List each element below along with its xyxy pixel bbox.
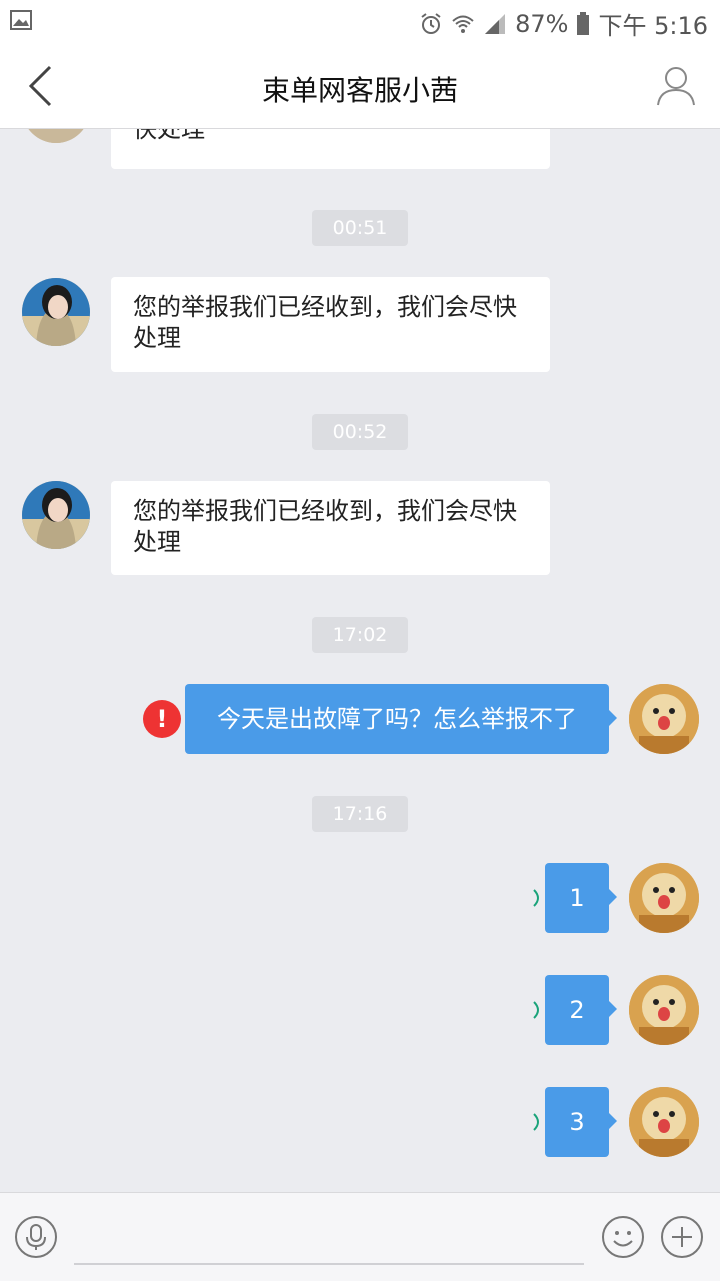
battery-icon <box>576 11 590 36</box>
battery-percent: 87% <box>515 9 569 38</box>
gallery-icon <box>10 10 32 34</box>
page-title: 束单网客服小茜 <box>261 74 458 107</box>
avatar[interactable] <box>22 481 90 549</box>
wifi-icon <box>451 12 475 36</box>
message-bubble[interactable]: 快处理 <box>111 129 550 169</box>
message-input[interactable] <box>74 1213 584 1265</box>
message-bubble-sent[interactable]: 今天是出故障了吗？怎么举报不了 <box>185 684 617 754</box>
timestamp: 17:16 <box>312 796 408 832</box>
message-bubble-sent[interactable]: 3 <box>545 1087 617 1157</box>
message-bubble[interactable]: 您的举报我们已经收到，我们会尽快处理 <box>111 481 550 575</box>
timestamp: 00:51 <box>312 210 408 246</box>
sending-spinner-icon <box>530 998 544 1026</box>
avatar[interactable] <box>629 863 699 933</box>
message-text: 您的举报我们已经收到，我们会尽快处理 <box>133 497 517 556</box>
signal-icon <box>483 12 507 36</box>
send-failed-icon[interactable]: ! <box>143 700 181 738</box>
alarm-icon <box>419 12 443 36</box>
message-text: 快处理 <box>133 129 205 143</box>
avatar[interactable] <box>22 129 90 143</box>
sending-spinner-icon <box>530 886 544 914</box>
timestamp: 00:52 <box>312 414 408 450</box>
avatar[interactable] <box>629 684 699 754</box>
message-text: 2 <box>569 996 585 1024</box>
message-text: 您的举报我们已经收到，我们会尽快处理 <box>133 293 517 352</box>
emoji-icon[interactable] <box>601 1215 645 1263</box>
message-bubble[interactable]: 您的举报我们已经收到，我们会尽快处理 <box>111 277 550 372</box>
plus-icon[interactable] <box>660 1215 704 1263</box>
message-text: 3 <box>569 1108 585 1136</box>
status-bar: 87% 下午 5:16 <box>0 0 720 44</box>
message-bubble-sent[interactable]: 1 <box>545 863 617 933</box>
avatar[interactable] <box>629 1087 699 1157</box>
clock: 下午 5:16 <box>598 12 708 40</box>
input-bar <box>0 1192 720 1281</box>
timestamp: 17:02 <box>312 617 408 653</box>
message-text: 今天是出故障了吗？怎么举报不了 <box>217 705 577 733</box>
message-text: 1 <box>569 884 585 912</box>
avatar[interactable] <box>629 975 699 1045</box>
avatar[interactable] <box>22 278 90 346</box>
message-bubble-sent[interactable]: 2 <box>545 975 617 1045</box>
profile-icon[interactable] <box>656 64 696 110</box>
chat-area[interactable]: 快处理 00:51 您的举报我们已经收到，我们会尽快处理 00:52 您的举报我… <box>0 129 720 1192</box>
title-bar: 束单网客服小茜 <box>0 44 720 129</box>
mic-icon[interactable] <box>14 1215 58 1263</box>
sending-spinner-icon <box>530 1110 544 1138</box>
